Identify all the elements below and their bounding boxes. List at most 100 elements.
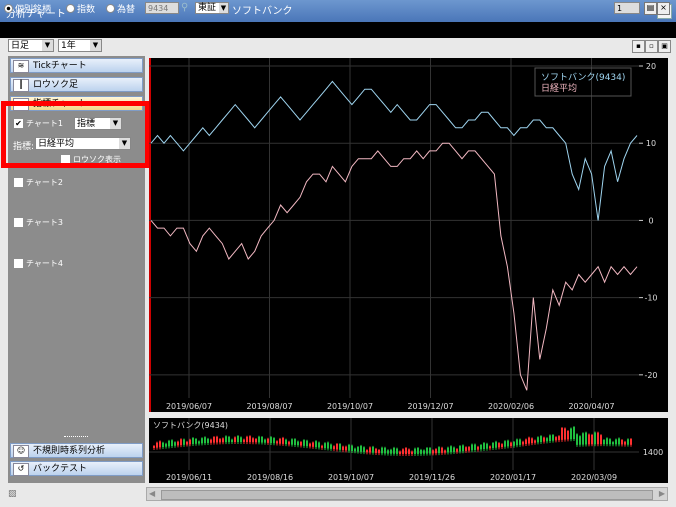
candle-body: [159, 441, 161, 448]
radio-dot-icon: [66, 3, 75, 13]
candle-body: [438, 447, 440, 454]
x-tick-label: 2019/08/07: [246, 402, 292, 411]
period-range-value: 1年: [61, 41, 76, 51]
sub-y-axis-svg: 1400: [643, 448, 663, 457]
candle-body: [423, 450, 425, 454]
toolbar-row-1: [0, 22, 676, 38]
sidebar-button-label: Tickチャート: [33, 61, 87, 71]
scroll-right-icon[interactable]: ▶: [659, 489, 665, 498]
candle-body: [606, 438, 608, 445]
page-select[interactable]: 1: [614, 2, 640, 14]
candle-body: [621, 440, 623, 445]
candle-body: [594, 432, 596, 445]
candle-body: [525, 439, 527, 444]
candle-body: [528, 437, 530, 444]
candle-body: [552, 435, 554, 441]
x-tick-label: 2019/08/16: [247, 473, 293, 482]
chart3-label: チャート3: [26, 218, 64, 227]
y-tick-label: -10: [644, 294, 657, 303]
candle-body: [300, 442, 302, 446]
x-tick-label: 2020/04/07: [568, 402, 614, 411]
candle-body: [543, 437, 545, 442]
sidebar-button-candlestick[interactable]: ┃ ロウソク足: [10, 77, 143, 92]
save-icon[interactable]: ▪: [632, 40, 645, 53]
splitter-grip[interactable]: [64, 436, 88, 440]
candle-body: [333, 446, 335, 450]
candle-body: [180, 439, 182, 446]
tile-window-icon[interactable]: ▤: [644, 2, 657, 15]
y-tick-label: 10: [646, 139, 656, 148]
sidebar-button-backtest[interactable]: ↺ バックテスト: [10, 461, 143, 476]
candle-body: [249, 436, 251, 443]
candle-body: [336, 443, 338, 450]
resize-grip-icon[interactable]: ▨: [8, 489, 18, 499]
chevron-down-icon: ▼: [90, 40, 101, 51]
radio-index[interactable]: 指数: [66, 2, 95, 15]
search-icon[interactable]: ⚲: [181, 2, 193, 14]
candle-body: [510, 442, 512, 447]
highlight-box: [1, 101, 150, 168]
candle-body: [288, 441, 290, 445]
candle-body: [297, 441, 299, 446]
sub-y-axis: 1400: [639, 418, 668, 483]
candle-body: [483, 443, 485, 450]
x-tick-label: 2020/03/09: [571, 473, 617, 482]
radio-individual-stock[interactable]: 個別銘柄: [4, 2, 51, 15]
candle-body: [177, 441, 179, 446]
print-icon[interactable]: ▫: [645, 40, 658, 53]
sub-legend: ソフトバンク(9434): [153, 421, 228, 430]
x-tick-label: 2019/06/07: [166, 402, 212, 411]
period-type-select[interactable]: 日足 ▼: [8, 39, 54, 52]
candle-body: [375, 448, 377, 453]
sidebar-button-tick-chart[interactable]: ≋ Tickチャート: [10, 58, 143, 73]
checkbox-icon: [14, 218, 23, 227]
series-line-0: [150, 80, 638, 221]
candle-body: [234, 437, 236, 443]
candle-body: [603, 440, 605, 445]
candle-body: [492, 443, 494, 449]
sub-chart[interactable]: 2019/06/11 2019/08/16 2019/10/07 2019/11/26…: [149, 418, 639, 483]
candle-body: [396, 448, 398, 454]
candle-body: [219, 439, 221, 443]
checkbox-icon: [14, 259, 23, 268]
candle-body: [405, 447, 407, 454]
candle-body: [444, 450, 446, 453]
candle-body: [462, 445, 464, 452]
candle-body: [612, 442, 614, 445]
period-range-select[interactable]: 1年 ▼: [58, 39, 102, 52]
candle-body: [312, 442, 314, 447]
candle-body: [222, 438, 224, 443]
candle-body: [522, 441, 524, 445]
candle-body: [561, 427, 563, 440]
candle-body: [240, 437, 242, 443]
candle-body: [447, 447, 449, 453]
candle-body: [210, 439, 212, 443]
scroll-thumb[interactable]: [161, 490, 653, 500]
stock-code-input[interactable]: 9434: [145, 2, 179, 14]
chart4-checkbox[interactable]: チャート4: [14, 258, 63, 269]
candle-body: [183, 439, 185, 445]
horizontal-scrollbar[interactable]: ◀ ▶: [146, 487, 668, 501]
candle-body: [579, 436, 581, 445]
candle-body: [456, 449, 458, 452]
legend-item-nikkei: 日経平均: [541, 82, 577, 94]
sidebar-button-irregular-analysis[interactable]: ☺ 不規則時系列分析: [10, 443, 143, 458]
candle-body: [582, 433, 584, 445]
radio-forex[interactable]: 為替: [106, 2, 135, 15]
candle-body: [627, 439, 629, 445]
market-select[interactable]: 東証 ▼: [195, 2, 229, 14]
candle-body: [282, 437, 284, 444]
y-tick-label: -20: [644, 371, 657, 380]
candle-body: [429, 447, 431, 454]
settings-icon[interactable]: ▣: [658, 40, 671, 53]
close-tab-icon[interactable]: ×: [657, 2, 670, 15]
scroll-left-icon[interactable]: ◀: [149, 489, 155, 498]
candle-body: [195, 438, 197, 444]
candle-body: [306, 440, 308, 447]
main-chart[interactable]: 2019/06/07 2019/08/07 2019/10/07 2019/12/07…: [149, 58, 639, 412]
candle-body: [165, 443, 167, 447]
chart2-checkbox[interactable]: チャート2: [14, 177, 63, 188]
chart3-checkbox[interactable]: チャート3: [14, 217, 63, 228]
candle-body: [366, 450, 368, 453]
candle-body: [261, 436, 263, 443]
